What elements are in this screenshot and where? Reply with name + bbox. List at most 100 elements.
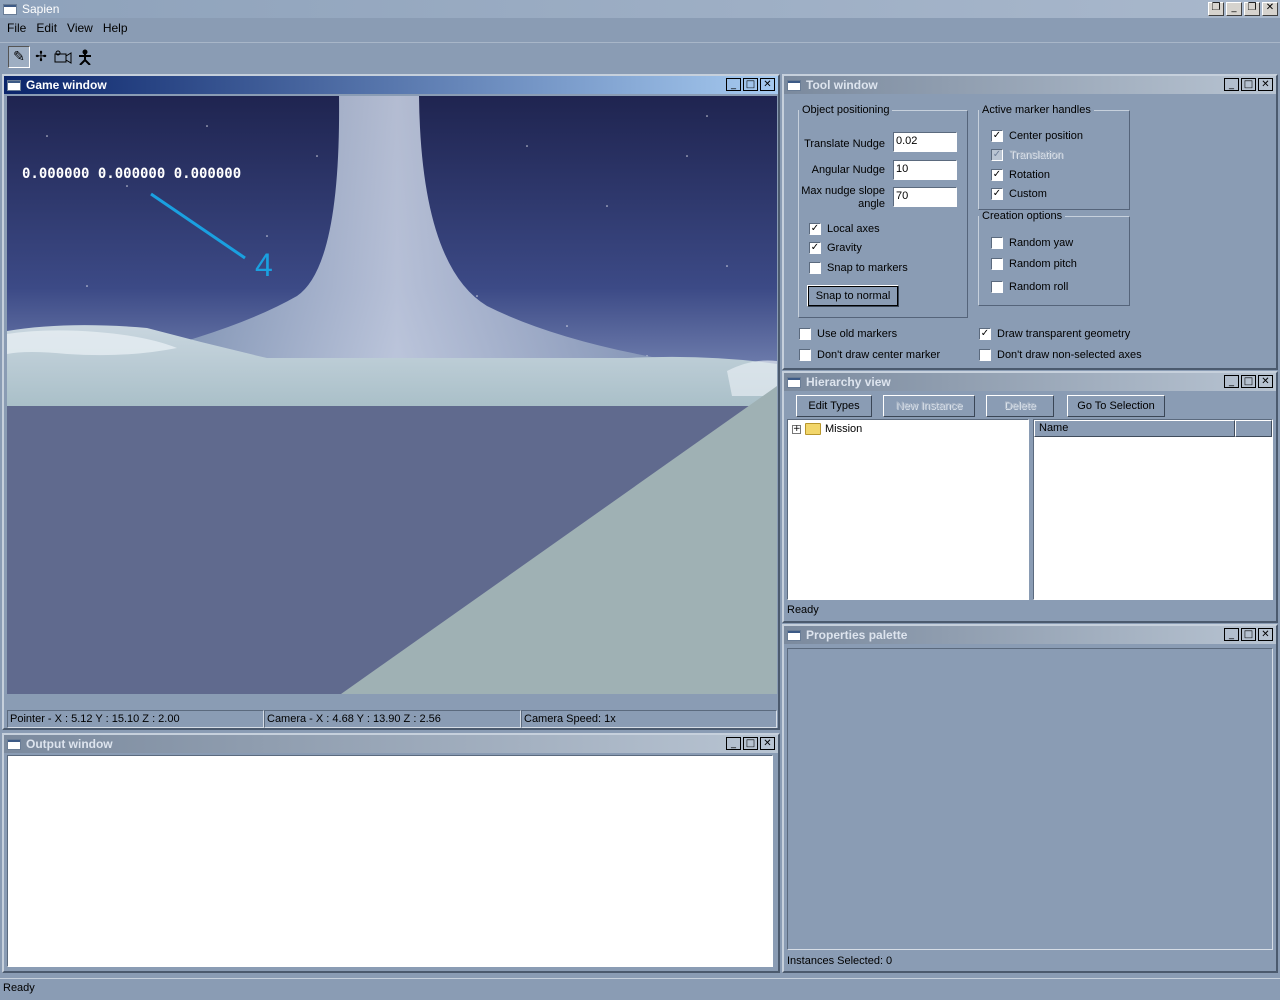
crosshair-icon[interactable]: ✢ (30, 46, 52, 68)
camera-icon[interactable] (52, 46, 74, 68)
instances-selected-status: Instances Selected: 0 (787, 955, 893, 967)
close-icon[interactable]: ✕ (1258, 628, 1273, 641)
dont-draw-center-marker-checkbox[interactable]: Don't draw center marker (799, 349, 940, 361)
instance-list[interactable]: Name (1033, 419, 1273, 600)
object-positioning-legend: Object positioning (802, 104, 890, 116)
output-text-area[interactable] (7, 755, 773, 967)
restore-button[interactable]: ❐ (1244, 2, 1260, 16)
checkmark-icon: ✓ (991, 149, 1003, 161)
output-window-icon (7, 738, 21, 750)
close-button[interactable]: ✕ (1262, 2, 1278, 16)
toolbar: ✎ ✢ (0, 42, 1280, 70)
random-roll-checkbox[interactable]: Random roll (991, 281, 1068, 293)
tree-item-mission[interactable]: + Mission (792, 423, 862, 435)
minimize-icon[interactable]: _ (726, 78, 741, 91)
hierarchy-tree[interactable]: + Mission (787, 419, 1029, 600)
checkmark-icon: ✓ (809, 223, 821, 235)
camera-status: Camera - X : 4.68 Y : 13.90 Z : 2.56 (264, 710, 521, 728)
snap-to-markers-checkbox[interactable]: Snap to markers (809, 262, 908, 274)
minimize-icon[interactable]: _ (1224, 375, 1239, 388)
dont-draw-non-selected-axes-checkbox[interactable]: Don't draw non-selected axes (979, 349, 1142, 361)
checkmark-icon: ✓ (809, 242, 821, 254)
app-window-icon (3, 3, 17, 15)
minimize-icon[interactable]: _ (1224, 628, 1239, 641)
max-nudge-slope-angle-label: angle (858, 198, 885, 210)
checkmark-icon: ✓ (991, 188, 1003, 200)
mdi-restore-icon[interactable]: ❐ (1208, 2, 1224, 16)
snap-to-normal-button[interactable]: Snap to normal (807, 285, 899, 307)
output-window: Output window _ □ ✕ (2, 733, 780, 973)
new-instance-button: New Instance (883, 395, 975, 417)
name-column-header[interactable]: Name (1034, 420, 1235, 437)
game-window-icon (7, 79, 21, 91)
maximize-icon[interactable]: □ (1241, 375, 1256, 388)
center-position-checkbox[interactable]: ✓ Center position (991, 130, 1083, 142)
properties-area[interactable] (787, 648, 1273, 950)
rotation-checkbox[interactable]: ✓ Rotation (991, 169, 1050, 181)
close-icon[interactable]: ✕ (760, 78, 775, 91)
tool-window-title-bar[interactable]: Tool window _ □ ✕ (784, 76, 1276, 94)
angular-nudge-input[interactable]: 10 (893, 160, 957, 180)
output-window-title: Output window (26, 737, 113, 751)
menu-edit[interactable]: Edit (31, 21, 62, 35)
empty-column-header[interactable] (1235, 420, 1272, 437)
random-pitch-checkbox[interactable]: Random pitch (991, 258, 1077, 270)
game-viewport[interactable]: 0.000000 0.000000 0.000000 4 (7, 96, 777, 694)
translation-checkbox: ✓ Translation (991, 149, 1064, 161)
game-window-title: Game window (26, 78, 107, 92)
game-window: Game window _ □ ✕ 0.000000 0.000000 0.00… (2, 74, 780, 730)
app-title: Sapien (22, 2, 60, 16)
tool-window: Tool window _ □ ✕ Object positioning Tra… (782, 74, 1278, 370)
maximize-icon[interactable]: □ (1241, 78, 1256, 91)
menu-file[interactable]: File (2, 21, 31, 35)
annotation-number: 4 (255, 247, 273, 283)
minimize-button[interactable]: _ (1226, 2, 1242, 16)
menu-help[interactable]: Help (98, 21, 133, 35)
checkmark-icon: ✓ (979, 328, 991, 340)
maximize-icon[interactable]: □ (743, 737, 758, 750)
local-axes-checkbox[interactable]: ✓ Local axes (809, 223, 880, 235)
menu-view[interactable]: View (62, 21, 98, 35)
expand-icon[interactable]: + (792, 424, 801, 434)
translate-nudge-input[interactable]: 0.02 (893, 132, 957, 152)
angular-nudge-label: Angular Nudge (811, 164, 885, 176)
creation-options-legend: Creation options (982, 210, 1063, 222)
folder-icon (805, 423, 821, 435)
maximize-icon[interactable]: □ (743, 78, 758, 91)
gravity-checkbox[interactable]: ✓ Gravity (809, 242, 862, 254)
actor-icon[interactable] (74, 46, 96, 68)
hierarchy-view-title: Hierarchy view (806, 375, 891, 389)
tool-window-title: Tool window (806, 78, 878, 92)
properties-palette-icon (787, 629, 801, 641)
hierarchy-view-window: Hierarchy view _ □ ✕ Edit Types New Inst… (782, 371, 1278, 623)
pencil-icon[interactable]: ✎ (8, 45, 30, 68)
minimize-icon[interactable]: _ (726, 737, 741, 750)
max-nudge-slope-input[interactable]: 70 (893, 187, 957, 207)
coords-overlay: 0.000000 0.000000 0.000000 (22, 166, 241, 182)
use-old-markers-checkbox[interactable]: Use old markers (799, 328, 897, 340)
random-yaw-checkbox[interactable]: Random yaw (991, 237, 1073, 249)
draw-transparent-geometry-checkbox[interactable]: ✓ Draw transparent geometry (979, 328, 1130, 340)
go-to-selection-button[interactable]: Go To Selection (1067, 395, 1165, 417)
tool-window-icon (787, 79, 801, 91)
custom-checkbox[interactable]: ✓ Custom (991, 188, 1047, 200)
maximize-icon[interactable]: □ (1241, 628, 1256, 641)
edit-types-button[interactable]: Edit Types (796, 395, 872, 417)
hierarchy-status: Ready (787, 604, 819, 616)
output-window-title-bar[interactable]: Output window _ □ ✕ (4, 735, 778, 753)
hierarchy-view-title-bar[interactable]: Hierarchy view _ □ ✕ (784, 373, 1276, 391)
translate-nudge-label: Translate Nudge (804, 138, 885, 150)
minimize-icon[interactable]: _ (1224, 78, 1239, 91)
close-icon[interactable]: ✕ (760, 737, 775, 750)
app-status-bar: Ready (0, 978, 1280, 1000)
game-window-title-bar[interactable]: Game window _ □ ✕ (4, 76, 778, 94)
properties-palette-title: Properties palette (806, 628, 908, 642)
game-scene: 0.000000 0.000000 0.000000 4 (7, 96, 777, 694)
close-icon[interactable]: ✕ (1258, 78, 1273, 91)
close-icon[interactable]: ✕ (1258, 375, 1273, 388)
camera-speed-status: Camera Speed: 1x (521, 710, 777, 728)
properties-palette-title-bar[interactable]: Properties palette _ □ ✕ (784, 626, 1276, 644)
pointer-status: Pointer - X : 5.12 Y : 15.10 Z : 2.00 (7, 710, 264, 728)
app-title-bar: Sapien ❐ _ ❐ ✕ (0, 0, 1280, 18)
properties-palette-window: Properties palette _ □ ✕ Instances Selec… (782, 624, 1278, 973)
